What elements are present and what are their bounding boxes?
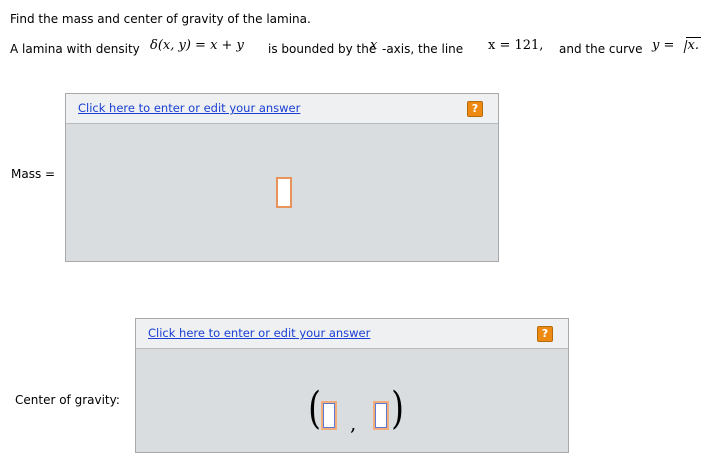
- density-expression: δ(x, y) = x + y: [150, 38, 244, 53]
- problem-intro: A lamina with density: [10, 42, 140, 56]
- center-y-input-slot[interactable]: [373, 401, 389, 430]
- mass-answer-box[interactable]: Click here to enter or edit your answer …: [65, 93, 499, 262]
- problem-curve-text: and the curve: [559, 42, 643, 56]
- mass-input-slot[interactable]: [276, 177, 292, 208]
- mass-answer-header: Click here to enter or edit your answer …: [66, 94, 498, 124]
- curve-expression: y = x.: [652, 37, 701, 53]
- center-x-input-slot[interactable]: [321, 401, 337, 430]
- help-icon[interactable]: ?: [467, 101, 483, 117]
- line-expression: x = 121,: [488, 38, 544, 53]
- help-icon[interactable]: ?: [537, 326, 553, 342]
- curve-radicand: x.: [685, 37, 701, 53]
- problem-statement: A lamina with density δ(x, y) = x + y is…: [10, 36, 720, 62]
- x-axis-symbol: x: [370, 38, 378, 53]
- sqrt-radical: x.: [679, 37, 701, 53]
- open-parenthesis: (: [308, 383, 322, 434]
- question-title: Find the mass and center of gravity of t…: [10, 12, 311, 26]
- center-of-gravity-label: Center of gravity:: [15, 393, 120, 407]
- problem-bounded-text: is bounded by the: [268, 42, 377, 56]
- curve-lhs: y =: [652, 38, 675, 53]
- coordinate-separator: ,: [350, 411, 357, 435]
- mass-label: Mass =: [11, 167, 56, 181]
- center-edit-link[interactable]: Click here to enter or edit your answer: [148, 326, 370, 340]
- center-answer-header: Click here to enter or edit your answer …: [136, 319, 568, 349]
- problem-axis-text: -axis, the line: [382, 42, 464, 56]
- mass-edit-link[interactable]: Click here to enter or edit your answer: [78, 101, 300, 115]
- close-parenthesis: ): [391, 383, 405, 434]
- center-answer-box[interactable]: Click here to enter or edit your answer …: [135, 318, 569, 453]
